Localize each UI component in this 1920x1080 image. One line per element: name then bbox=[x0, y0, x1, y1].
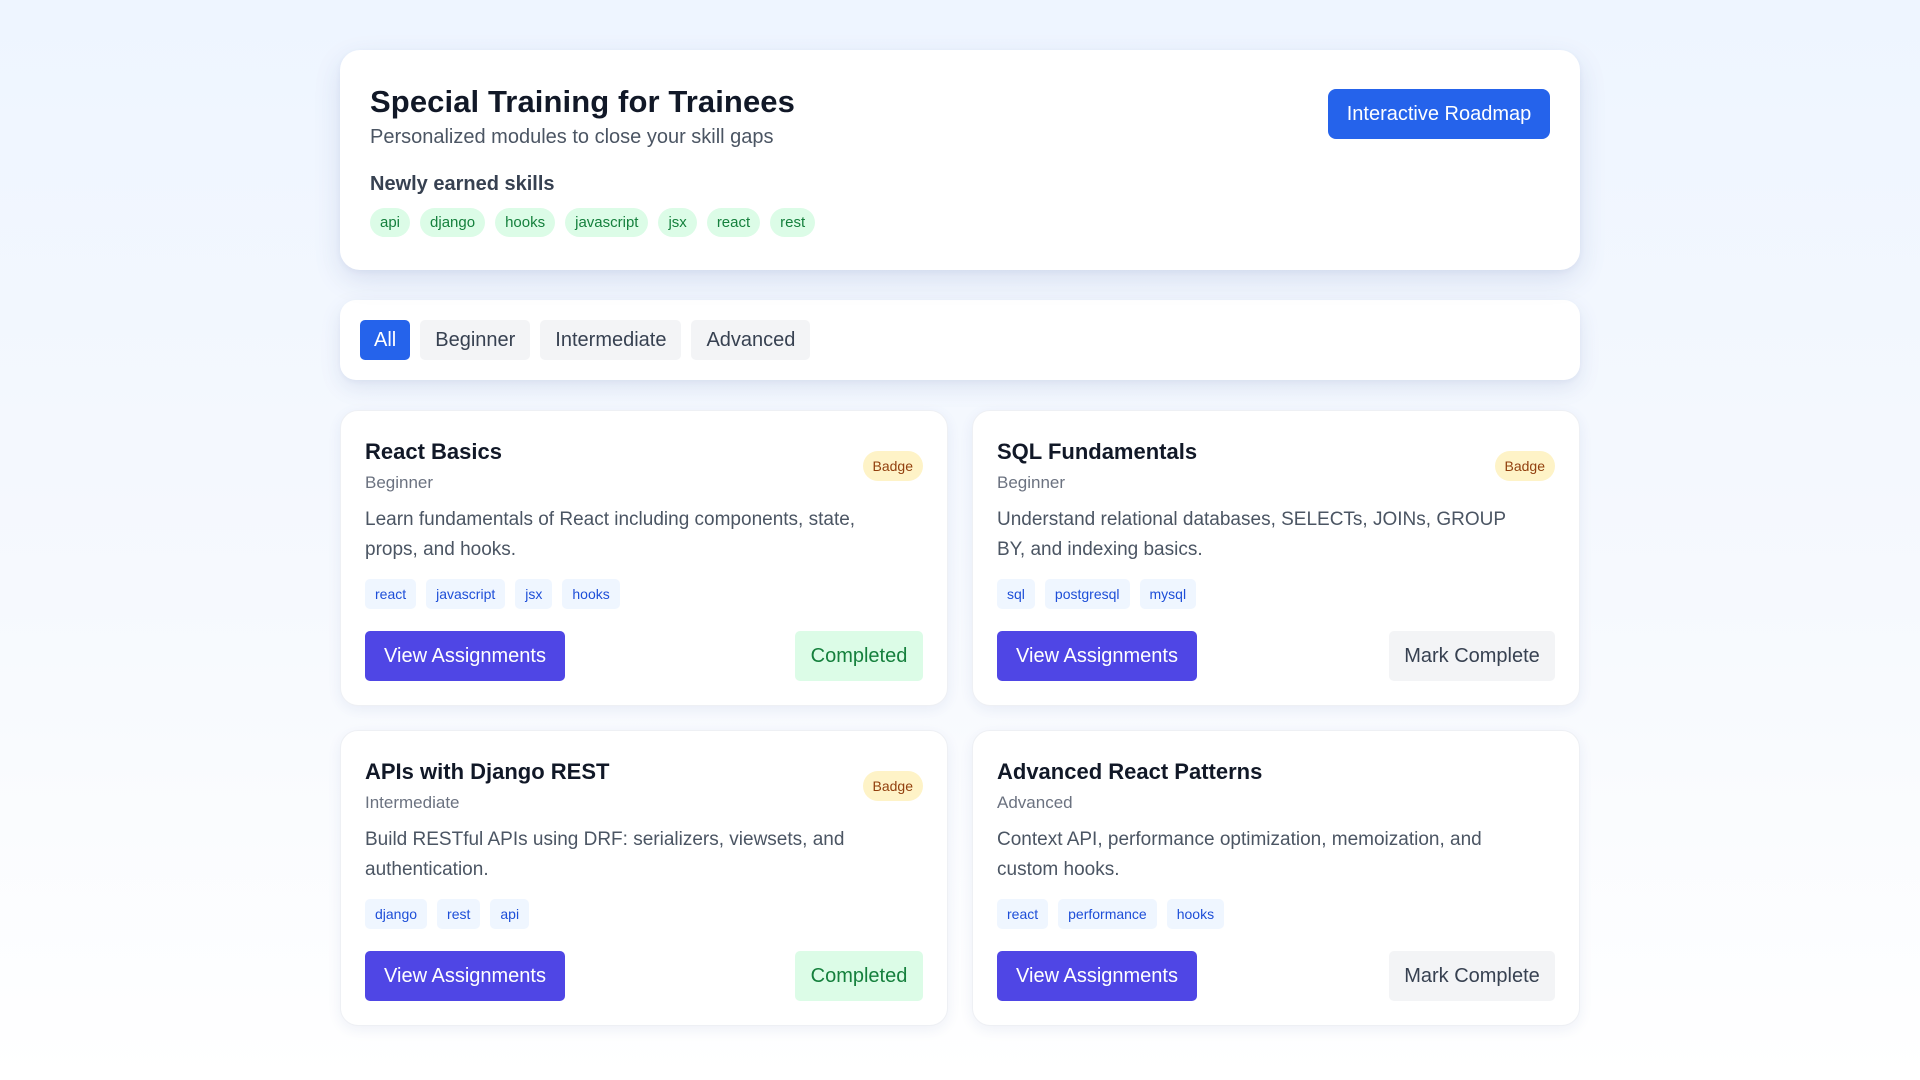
completed-status: Completed bbox=[795, 631, 923, 681]
module-tag: api bbox=[490, 899, 530, 929]
module-grid: React Basics Beginner Badge Learn fundam… bbox=[340, 410, 1580, 1026]
skill-chip: jsx bbox=[658, 208, 697, 237]
module-tag-list: react performance hooks bbox=[997, 899, 1555, 929]
module-description: Context API, performance optimization, m… bbox=[997, 829, 1482, 880]
module-actions: View Assignments Completed bbox=[365, 631, 923, 681]
view-assignments-button[interactable]: View Assignments bbox=[365, 951, 565, 1001]
view-assignments-button[interactable]: View Assignments bbox=[365, 631, 565, 681]
module-description: Understand relational databases, SELECTs… bbox=[997, 509, 1506, 560]
filter-beginner-button[interactable]: Beginner bbox=[420, 320, 531, 360]
skills-heading: Newly earned skills bbox=[370, 173, 555, 195]
skill-chip-list: api django hooks javascript jsx react re… bbox=[370, 208, 1550, 237]
module-level: Advanced bbox=[997, 793, 1073, 812]
module-description: Learn fundamentals of React including co… bbox=[365, 509, 856, 560]
module-title: SQL Fundamentals bbox=[997, 439, 1198, 464]
filter-all-button[interactable]: All bbox=[360, 320, 411, 360]
module-level: Intermediate bbox=[365, 793, 460, 812]
module-level: Beginner bbox=[997, 473, 1066, 492]
module-badge: Badge bbox=[1494, 451, 1555, 481]
page-container: Special Training for Trainees Personaliz… bbox=[340, 50, 1580, 1026]
skill-chip: react bbox=[706, 208, 761, 237]
module-title: React Basics bbox=[365, 439, 502, 464]
module-tag-list: sql postgresql mysql bbox=[997, 579, 1555, 609]
module-level: Beginner bbox=[365, 473, 434, 492]
skill-chip: django bbox=[420, 208, 486, 237]
module-tag: jsx bbox=[515, 579, 553, 609]
header-card: Special Training for Trainees Personaliz… bbox=[340, 50, 1580, 270]
mark-complete-button[interactable]: Mark Complete bbox=[1389, 951, 1555, 1001]
filter-intermediate-button[interactable]: Intermediate bbox=[540, 320, 682, 360]
module-actions: View Assignments Mark Complete bbox=[997, 631, 1555, 681]
module-badge: Badge bbox=[862, 771, 923, 801]
module-tag: react bbox=[365, 579, 417, 609]
skill-chip: api bbox=[370, 208, 411, 237]
module-tag: hooks bbox=[1166, 899, 1225, 929]
module-card: Advanced React Patterns Advanced Context… bbox=[972, 730, 1580, 1026]
module-card: SQL Fundamentals Beginner Badge Understa… bbox=[972, 410, 1580, 706]
skill-chip: hooks bbox=[495, 208, 556, 237]
module-badge: Badge bbox=[862, 451, 923, 481]
module-tag: postgresql bbox=[1044, 579, 1130, 609]
module-actions: View Assignments Mark Complete bbox=[997, 951, 1555, 1001]
module-tag: performance bbox=[1058, 899, 1157, 929]
module-actions: View Assignments Completed bbox=[365, 951, 923, 1001]
skill-chip: rest bbox=[770, 208, 816, 237]
view-assignments-button[interactable]: View Assignments bbox=[997, 951, 1197, 1001]
module-tag-list: django rest api bbox=[365, 899, 923, 929]
completed-status: Completed bbox=[795, 951, 923, 1001]
module-title: APIs with Django REST bbox=[365, 759, 610, 784]
module-card: APIs with Django REST Intermediate Badge… bbox=[340, 730, 948, 1026]
module-card: React Basics Beginner Badge Learn fundam… bbox=[340, 410, 948, 706]
module-tag: hooks bbox=[562, 579, 620, 609]
interactive-roadmap-button[interactable]: Interactive Roadmap bbox=[1328, 89, 1550, 139]
mark-complete-button[interactable]: Mark Complete bbox=[1389, 631, 1555, 681]
module-tag-list: react javascript jsx hooks bbox=[365, 579, 923, 609]
module-tag: rest bbox=[437, 899, 481, 929]
module-tag: react bbox=[997, 899, 1049, 929]
view-assignments-button[interactable]: View Assignments bbox=[997, 631, 1197, 681]
filter-advanced-button[interactable]: Advanced bbox=[691, 320, 811, 360]
module-tag: mysql bbox=[1139, 579, 1197, 609]
module-tag: javascript bbox=[426, 579, 506, 609]
module-title: Advanced React Patterns bbox=[997, 759, 1263, 784]
module-description: Build RESTful APIs using DRF: serializer… bbox=[365, 829, 845, 880]
skill-chip: javascript bbox=[565, 208, 649, 237]
module-tag: sql bbox=[997, 579, 1035, 609]
module-tag: django bbox=[365, 899, 428, 929]
level-filter-bar: All Beginner Intermediate Advanced bbox=[340, 300, 1580, 380]
